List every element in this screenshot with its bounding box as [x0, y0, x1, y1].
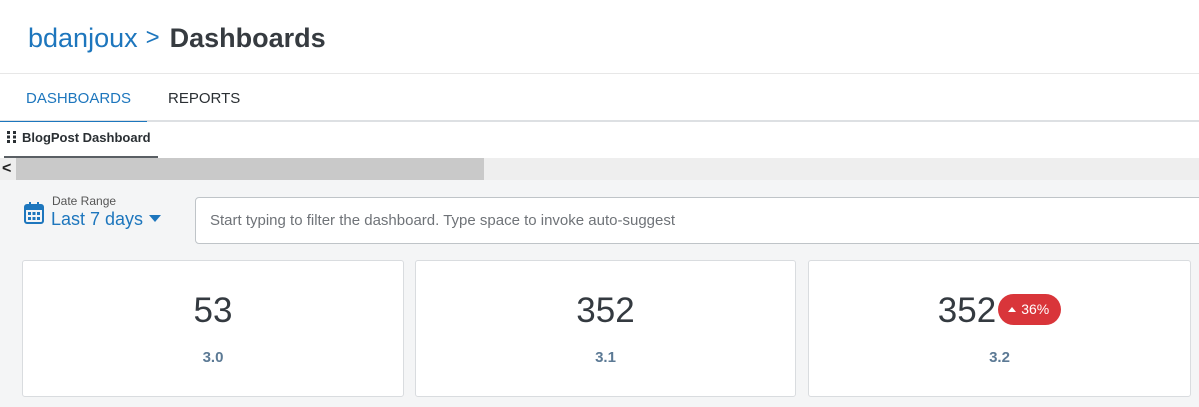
tab-reports[interactable]: REPORTS [168, 74, 240, 122]
metric-card[interactable]: 352 3.1 [415, 260, 796, 397]
dashboard-tabs: BlogPost Dashboard [0, 122, 1199, 158]
date-range-picker[interactable]: Date Range Last 7 days [24, 194, 184, 238]
metric-value: 352 [576, 291, 635, 330]
scroll-left-arrow[interactable]: < [2, 158, 14, 180]
triangle-up-icon [1008, 307, 1017, 312]
metric-subtitle: 3.1 [595, 349, 616, 366]
page-title: Dashboards [169, 23, 326, 53]
metric-value: 53 [193, 291, 233, 330]
breadcrumb: bdanjoux > Dashboards [28, 20, 326, 58]
metric-value-row: 53 [23, 291, 403, 331]
metric-value-row: 352 [416, 291, 795, 331]
caret-down-icon [149, 215, 162, 222]
breadcrumb-parent-link[interactable]: bdanjoux [28, 23, 138, 53]
date-range-value[interactable]: Last 7 days [51, 209, 162, 230]
date-range-label: Date Range [52, 194, 117, 208]
breadcrumb-separator: > [145, 24, 160, 51]
tab-scrollbar[interactable]: < [0, 158, 1199, 180]
grid-icon [6, 131, 18, 143]
scrollbar-thumb[interactable] [16, 158, 484, 180]
dashboard-tab-label: BlogPost Dashboard [22, 130, 151, 145]
tab-dashboards[interactable]: DASHBOARDS [0, 74, 147, 124]
calendar-icon [24, 202, 44, 224]
dashboard-tab-blogpost[interactable]: BlogPost Dashboard [4, 130, 158, 158]
dashboard-filter-input[interactable] [195, 197, 1199, 244]
metric-card[interactable]: 53 3.0 [22, 260, 404, 397]
metric-value: 352 [937, 291, 997, 330]
main-tabs: DASHBOARDS REPORTS [0, 74, 1199, 124]
metric-subtitle: 3.2 [989, 349, 1010, 366]
delta-value: 36% [1021, 301, 1050, 317]
date-range-selected: Last 7 days [51, 209, 144, 229]
metric-value-row: 352 36% [809, 291, 1190, 331]
metric-card[interactable]: 352 36% 3.2 [808, 260, 1191, 397]
page-header: bdanjoux > Dashboards [0, 0, 1199, 74]
metric-subtitle: 3.0 [202, 349, 224, 366]
delta-badge: 36% [998, 294, 1062, 325]
